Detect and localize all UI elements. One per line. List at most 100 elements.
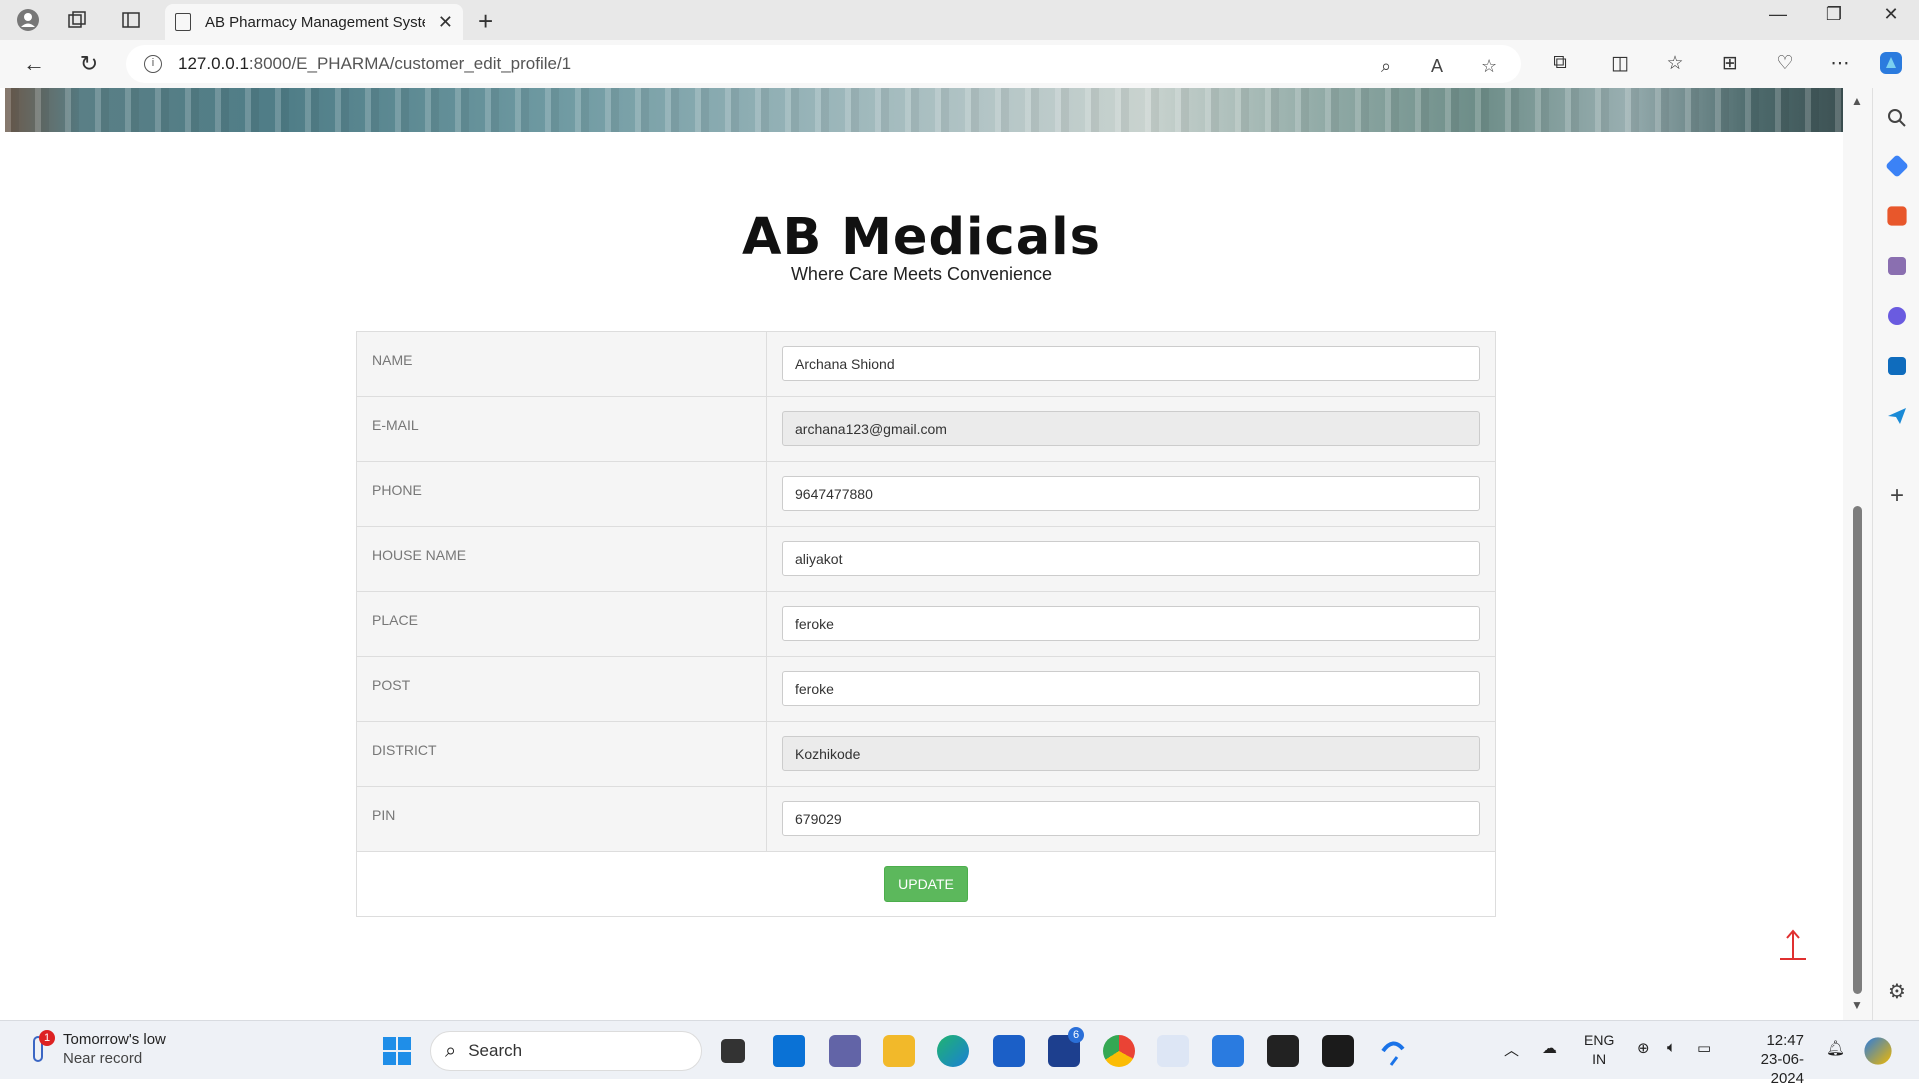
pin-input[interactable] [782, 801, 1480, 836]
banner-texture [5, 88, 1843, 132]
copilot-sidebar-icon[interactable] [1888, 307, 1906, 325]
restore-icon[interactable]: ❐ [1814, 4, 1854, 25]
browser-essentials-icon[interactable]: ♡ [1770, 52, 1800, 75]
mail-badge: 6 [1068, 1027, 1084, 1043]
update-button[interactable]: UPDATE [884, 866, 968, 902]
form-row-email: E-MAIL [356, 396, 1496, 462]
shopping-tag-icon[interactable] [1885, 154, 1909, 178]
volume-icon[interactable]: 🔈︎ [1667, 1039, 1676, 1056]
url-path: :8000/E_PHARMA/customer_edit_profile/1 [248, 54, 572, 73]
site-info-icon[interactable]: i [144, 55, 162, 73]
form-row-post: POST [356, 656, 1496, 722]
scroll-to-top-arrow-icon[interactable] [1776, 928, 1810, 962]
active-tab[interactable]: AB Pharmacy Management Syste ✕ [165, 4, 463, 40]
region-code: IN [1592, 1051, 1607, 1067]
reload-icon[interactable]: ↻ [73, 48, 105, 80]
url-host: 127.0.0.1 [178, 54, 249, 73]
mail-app-icon[interactable]: 6 [1048, 1027, 1084, 1067]
new-tab-icon[interactable]: + [478, 6, 493, 37]
scroll-down-icon[interactable]: ▼ [1851, 998, 1863, 1012]
place-label: PLACE [356, 591, 767, 657]
district-label: DISTRICT [356, 721, 767, 787]
clock-time: 12:47 [1766, 1032, 1804, 1049]
favorite-star-icon[interactable]: ☆ [1481, 56, 1497, 77]
minimize-icon[interactable]: — [1758, 4, 1798, 25]
windows-start-icon[interactable] [381, 1035, 413, 1067]
scroll-thumb[interactable] [1853, 506, 1862, 994]
battery-icon[interactable]: ▭ [1697, 1039, 1711, 1057]
form-row-submit: UPDATE [356, 851, 1496, 917]
form-row-phone: PHONE [356, 461, 1496, 527]
terminal-icon[interactable] [1267, 1035, 1299, 1067]
close-window-icon[interactable]: ✕ [1871, 4, 1911, 25]
email-input[interactable] [782, 411, 1480, 446]
taskbar-search-box[interactable]: ⌕ Search [430, 1031, 702, 1071]
profile-icon[interactable] [14, 6, 42, 34]
notifications-bell-icon[interactable]: 🔔︎ [1826, 1039, 1845, 1057]
page-scrollbar[interactable]: ▲ ▼ [1843, 88, 1872, 1020]
pin-label: PIN [356, 786, 767, 852]
tab-title: AB Pharmacy Management Syste [205, 13, 425, 31]
cortana-app-icon[interactable] [773, 1035, 805, 1067]
file-explorer-icon[interactable] [883, 1035, 915, 1067]
task-view-icon[interactable] [721, 1039, 745, 1063]
url-text: 127.0.0.1:8000/E_PHARMA/customer_edit_pr… [178, 54, 571, 74]
sidebar-settings-gear-icon[interactable]: ⚙ [1885, 980, 1909, 1004]
form-row-district: DISTRICT [356, 721, 1496, 787]
edge-browser-icon[interactable] [937, 1035, 969, 1067]
onedrive-icon[interactable]: ☁ [1542, 1039, 1557, 1057]
weather-widget[interactable]: 1 Tomorrow's low Near record [25, 1030, 166, 1068]
email-label: E-MAIL [356, 396, 767, 462]
zoom-icon[interactable]: ⌕ [1381, 56, 1391, 77]
tab-actions-icon[interactable] [117, 6, 145, 34]
brand-tagline: Where Care Meets Convenience [790, 264, 1053, 284]
brand-title: AB Medicals [742, 208, 1101, 267]
phone-input[interactable] [782, 476, 1480, 511]
name-label: NAME [356, 331, 767, 397]
phone-label: PHONE [356, 461, 767, 527]
close-tab-icon[interactable]: ✕ [438, 12, 453, 33]
form-row-pin: PIN [356, 786, 1496, 852]
copilot-icon[interactable] [1876, 50, 1906, 82]
more-menu-icon[interactable]: ⋯ [1825, 52, 1855, 75]
system-clock[interactable]: 12:47 23-06-2024 [1736, 1031, 1804, 1088]
read-aloud-icon[interactable]: A [1431, 56, 1443, 77]
language-indicator[interactable]: ENG IN [1584, 1031, 1614, 1069]
split-screen-icon[interactable]: ◫ [1605, 52, 1635, 75]
chrome-icon[interactable] [1103, 1035, 1135, 1067]
district-input[interactable] [782, 736, 1480, 771]
place-input[interactable] [782, 606, 1480, 641]
snip-tool-icon[interactable] [1377, 1035, 1409, 1067]
favorites-icon[interactable]: ☆ [1660, 52, 1690, 75]
post-label: POST [356, 656, 767, 722]
outlook-icon[interactable] [1888, 357, 1906, 375]
send-icon[interactable] [1885, 404, 1909, 428]
taskbar-search-placeholder: Search [468, 1041, 523, 1060]
sidebar-search-icon[interactable] [1885, 106, 1909, 130]
games-icon[interactable] [1888, 257, 1906, 275]
add-sidebar-app-icon[interactable]: + [1885, 484, 1909, 508]
teams-icon[interactable] [829, 1035, 861, 1067]
weather-subtitle: Near record [63, 1050, 143, 1067]
show-hidden-icons-chevron-icon[interactable]: ︿ [1504, 1039, 1519, 1060]
address-bar[interactable]: i 127.0.0.1:8000/E_PHARMA/customer_edit_… [126, 45, 1521, 83]
back-icon[interactable]: ← [18, 48, 50, 80]
microsoft-store-icon[interactable] [993, 1035, 1025, 1067]
web-page: AB Medicals Where Care Meets Convenience… [0, 88, 1843, 1020]
browser-tab-strip: AB Pharmacy Management Syste ✕ + — ❐ ✕ [0, 0, 1919, 40]
collections-icon[interactable]: ⊞ [1715, 52, 1745, 75]
scroll-up-icon[interactable]: ▲ [1851, 94, 1863, 108]
photos-icon[interactable] [1212, 1035, 1244, 1067]
pycharm-icon[interactable] [1322, 1035, 1354, 1067]
tools-icon[interactable] [1887, 206, 1907, 226]
network-icon[interactable]: ⊕ [1637, 1039, 1650, 1057]
python-file-icon[interactable] [1157, 1035, 1189, 1067]
name-input[interactable] [782, 346, 1480, 381]
extensions-icon[interactable]: ⧉ [1545, 52, 1575, 74]
house-name-input[interactable] [782, 541, 1480, 576]
post-input[interactable] [782, 671, 1480, 706]
house-name-label: HOUSE NAME [356, 526, 767, 592]
workspaces-icon[interactable] [63, 6, 91, 34]
form-row-house-name: HOUSE NAME [356, 526, 1496, 592]
copilot-taskbar-icon[interactable] [1864, 1037, 1892, 1065]
